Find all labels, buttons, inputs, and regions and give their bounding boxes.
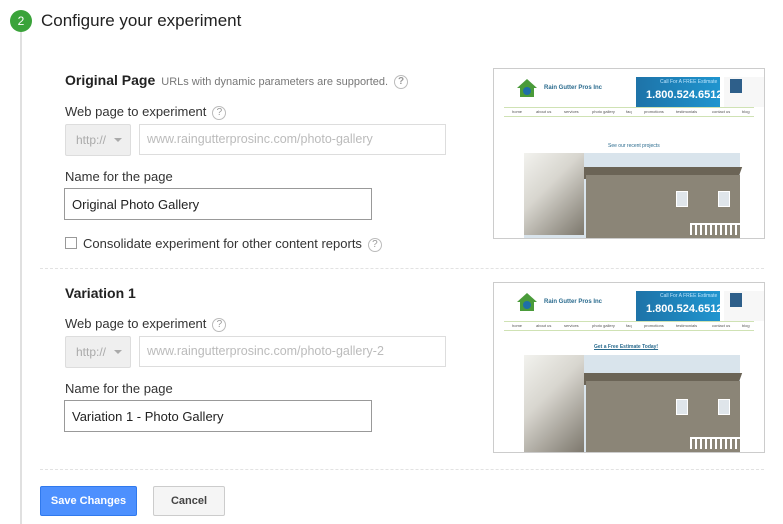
preview-nav-item: blog <box>742 323 750 328</box>
step-number-badge: 2 <box>10 10 32 32</box>
original-url-input: www.raingutterprosinc.com/photo-gallery <box>139 124 446 155</box>
preview-nav-item: home <box>512 323 523 328</box>
preview-subheading: Get a Free Estimate Today! <box>594 344 659 350</box>
house-logo-icon <box>517 293 537 311</box>
consolidate-checkbox[interactable] <box>65 237 77 249</box>
dynamic-params-hint: URLs with dynamic parameters are support… <box>161 76 389 88</box>
consolidate-label: Consolidate experiment for other content… <box>83 236 382 252</box>
variation-name-label: Name for the page <box>65 381 173 396</box>
preview-nav-item: blog <box>742 109 750 114</box>
original-page-title: Original Page <box>65 72 156 88</box>
bbb-seal-icon <box>724 77 764 107</box>
original-web-page-label-text: Web page to experiment <box>65 104 207 119</box>
original-page-preview: Rain Gutter Pros Inc Call For A FREE Est… <box>493 68 765 239</box>
preview-brand: Rain Gutter Pros Inc <box>544 85 603 91</box>
preview-cta: Call For A FREE Estimate <box>660 293 718 299</box>
chevron-down-icon <box>114 138 122 142</box>
preview-nav-item: promotions <box>644 109 664 114</box>
variation-title: Variation 1 <box>65 285 136 301</box>
preview-house-photo <box>524 153 743 238</box>
preview-nav-item: services <box>564 323 579 328</box>
original-name-label: Name for the page <box>65 169 173 184</box>
original-web-page-label: Web page to experiment? <box>65 104 227 120</box>
variation-web-page-label: Web page to experiment? <box>65 316 227 332</box>
section-divider <box>40 469 764 470</box>
preview-nav-item: services <box>564 109 579 114</box>
preview-house-photo <box>524 355 743 452</box>
preview-phone: 1.800.524.6512 <box>646 89 723 101</box>
preview-nav-item: photo gallery <box>592 109 615 114</box>
preview-nav: home about us services photo gallery faq… <box>504 321 754 331</box>
variation-protocol-select: http:// <box>65 336 131 368</box>
original-name-input[interactable]: Original Photo Gallery <box>64 188 372 220</box>
preview-nav-item: about us <box>536 109 552 114</box>
help-icon[interactable]: ? <box>367 238 382 252</box>
section-divider <box>40 268 764 269</box>
preview-nav-item: faq <box>626 109 632 114</box>
variation-page-preview: Rain Gutter Pros Inc Call For A FREE Est… <box>493 282 765 453</box>
preview-nav-item: home <box>512 109 523 114</box>
preview-header: Rain Gutter Pros Inc Call For A FREE Est… <box>498 287 764 325</box>
preview-nav-item: promotions <box>644 323 664 328</box>
preview-nav-item: testimonials <box>676 323 698 328</box>
step-title: Configure your experiment <box>41 11 242 30</box>
bbb-seal-icon <box>724 291 764 321</box>
preview-nav-item: about us <box>536 323 552 328</box>
preview-nav-item: contact us <box>712 109 731 114</box>
step-connector-line <box>20 28 22 524</box>
save-changes-button[interactable]: Save Changes <box>40 486 137 516</box>
preview-phone: 1.800.524.6512 <box>646 303 723 315</box>
preview-header: Rain Gutter Pros Inc Call For A FREE Est… <box>498 73 764 111</box>
variation-protocol-value: http:// <box>76 345 107 359</box>
original-protocol-select: http:// <box>65 124 131 156</box>
chevron-down-icon <box>114 350 122 354</box>
help-icon[interactable]: ? <box>212 318 227 332</box>
variation-name-input[interactable]: Variation 1 - Photo Gallery <box>64 400 372 432</box>
variation-web-page-label-text: Web page to experiment <box>65 316 207 331</box>
variation-url-input: www.raingutterprosinc.com/photo-gallery-… <box>139 336 446 367</box>
original-protocol-value: http:// <box>76 133 107 147</box>
preview-nav-item: photo gallery <box>592 323 615 328</box>
preview-brand: Rain Gutter Pros Inc <box>544 299 603 305</box>
preview-nav: home about us services photo gallery faq… <box>504 107 754 117</box>
house-logo-icon <box>517 79 537 97</box>
help-icon[interactable]: ? <box>394 75 409 89</box>
preview-nav-item: testimonials <box>676 109 698 114</box>
preview-nav-item: faq <box>626 323 632 328</box>
help-icon[interactable]: ? <box>212 106 227 120</box>
original-page-section-title: Original Page URLs with dynamic parameter… <box>65 72 409 89</box>
cancel-button[interactable]: Cancel <box>153 486 225 516</box>
preview-nav-item: contact us <box>712 323 731 328</box>
preview-cta: Call For A FREE Estimate <box>660 79 718 85</box>
consolidate-label-text: Consolidate experiment for other content… <box>83 236 362 251</box>
preview-subheading: See our recent projects <box>608 143 660 149</box>
